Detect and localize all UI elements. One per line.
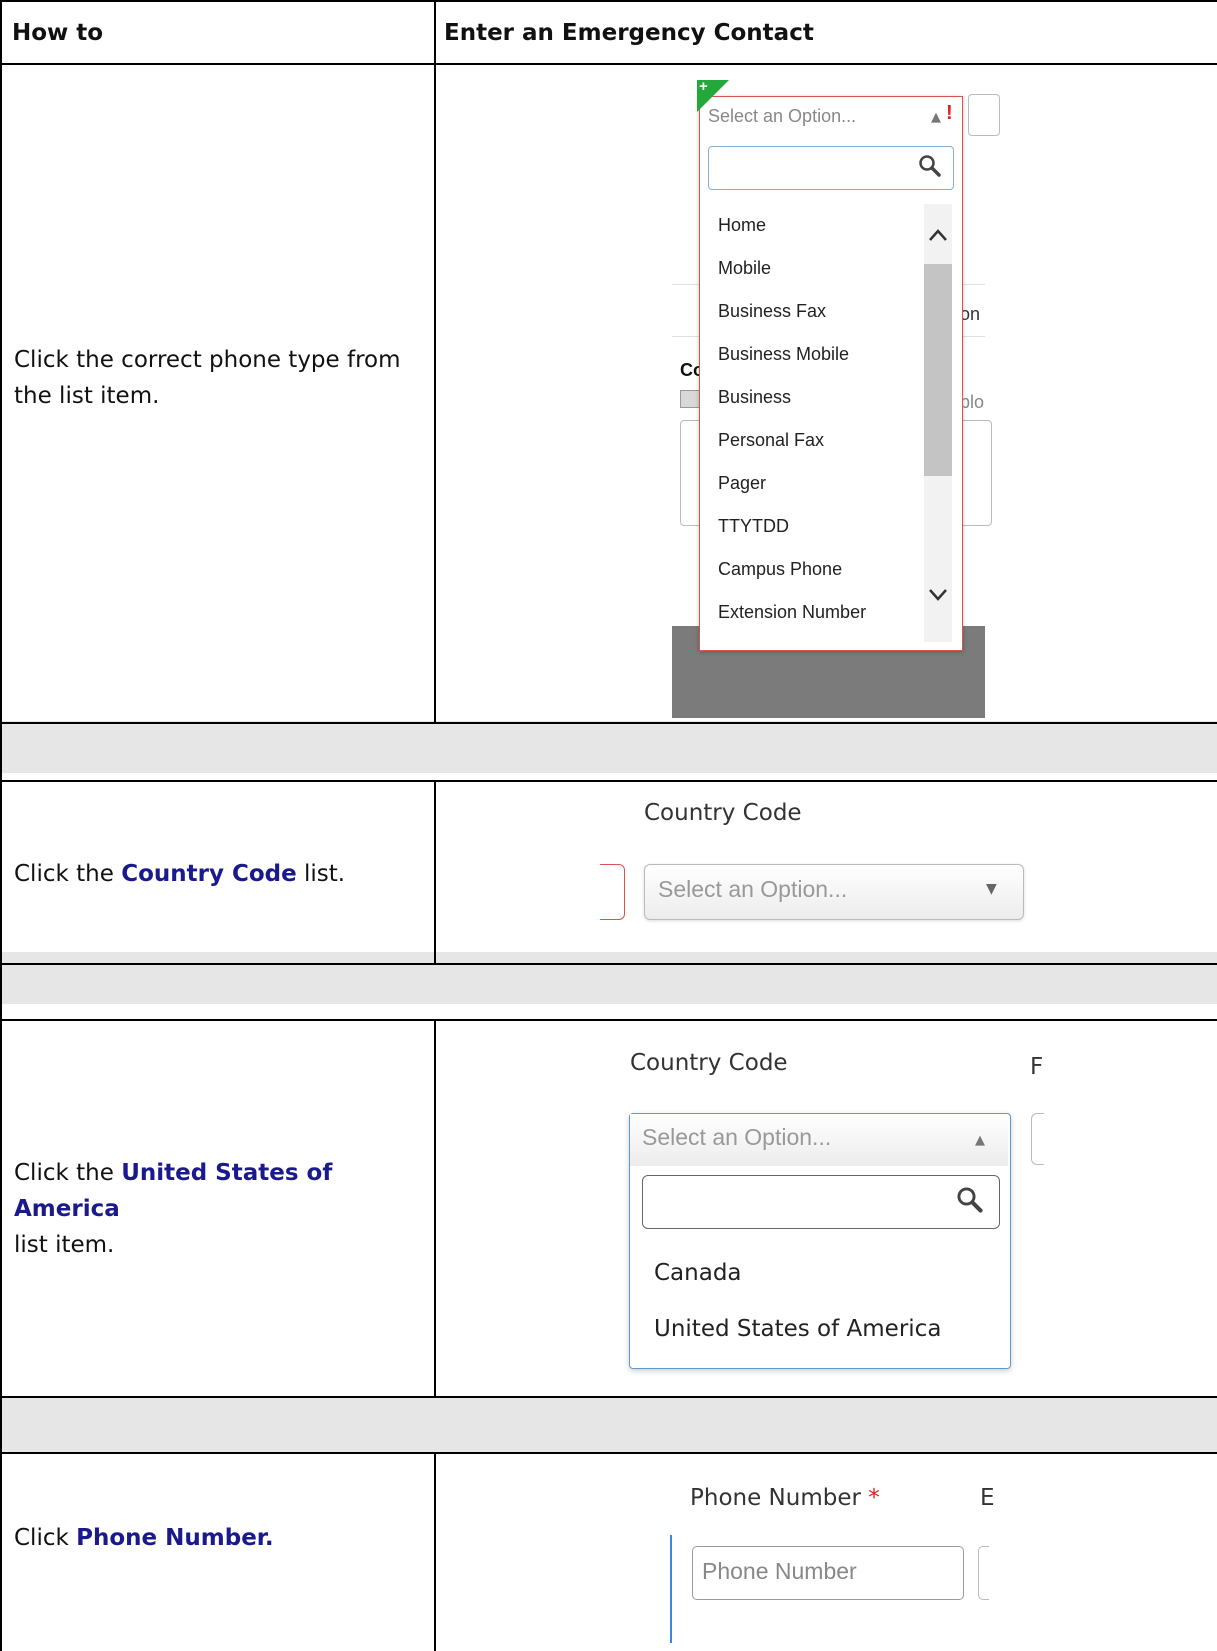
partial-adjacent-field[interactable] [978,1546,989,1600]
phone-number-label: Phone Number * [690,1485,880,1511]
step3-prefix: Click the [14,1160,122,1186]
option-home[interactable]: Home [718,215,766,236]
option-mobile[interactable]: Mobile [718,258,771,279]
error-icon: ! [946,102,953,124]
instruction-table [0,0,1217,1651]
step2-prefix: Click the [14,861,122,887]
step4-bold: Phone Number. [76,1525,274,1551]
partial-adjacent-field[interactable] [1031,1113,1044,1165]
step3-suffix: list item. [14,1232,115,1258]
chevron-up-icon[interactable] [928,228,948,242]
focus-indicator [670,1535,672,1643]
partial-field-label: E [980,1485,995,1511]
option-personal-fax[interactable]: Personal Fax [718,430,824,451]
step4-prefix: Click [14,1525,77,1551]
option-ttytdd[interactable]: TTYTDD [718,516,789,537]
phone-number-placeholder[interactable]: Phone Number [702,1558,857,1585]
step4-instruction: Click Phone Number. [14,1520,274,1556]
option-business[interactable]: Business [718,387,791,408]
chevron-down-icon[interactable] [928,588,948,602]
option-canada[interactable]: Canada [654,1260,742,1286]
search-icon [957,1187,983,1213]
plus-icon: + [699,78,708,95]
option-united-states[interactable]: United States of America [654,1316,941,1342]
option-campus-phone[interactable]: Campus Phone [718,559,842,580]
partial-error-field[interactable] [600,864,625,920]
country-code-placeholder[interactable]: Select an Option... [658,876,847,903]
partial-field-label: F [1030,1054,1044,1080]
country-code-label: Country Code [630,1050,788,1076]
required-marker: * [868,1485,880,1511]
step3-instruction: Click the United States of America list … [14,1155,434,1263]
option-business-fax[interactable]: Business Fax [718,301,826,322]
caret-down-icon: ▼ [986,881,997,897]
step2-suffix: list. [296,861,346,887]
option-pager[interactable]: Pager [718,473,766,494]
partial-checkbox-label: plo [960,392,985,412]
partial-checkbox[interactable] [680,390,700,408]
step2-instruction: Click the Country Code list. [14,856,345,892]
search-icon [919,155,941,177]
country-search-input[interactable] [642,1175,1000,1229]
country-code-placeholder[interactable]: Select an Option... [642,1124,831,1151]
step1-instruction-text: Click the correct phone type from the li… [14,347,401,409]
step1-instruction: Click the correct phone type from the li… [14,342,424,414]
header-title: Enter an Emergency Contact [444,20,814,46]
header-how-to: How to [12,20,104,46]
step2-bold: Country Code [121,861,297,887]
option-business-mobile[interactable]: Business Mobile [718,344,849,365]
phone-number-label-text: Phone Number [690,1485,861,1511]
partial-adjacent-field[interactable] [968,94,1000,136]
caret-up-icon: ▲ [931,110,941,125]
caret-up-icon: ▲ [975,1133,985,1148]
option-extension-number[interactable]: Extension Number [718,602,866,623]
country-code-label: Country Code [644,800,802,826]
partial-tab-text: on [960,304,981,324]
scrollbar-thumb[interactable] [924,264,952,476]
phone-type-placeholder[interactable]: Select an Option... [708,106,856,127]
